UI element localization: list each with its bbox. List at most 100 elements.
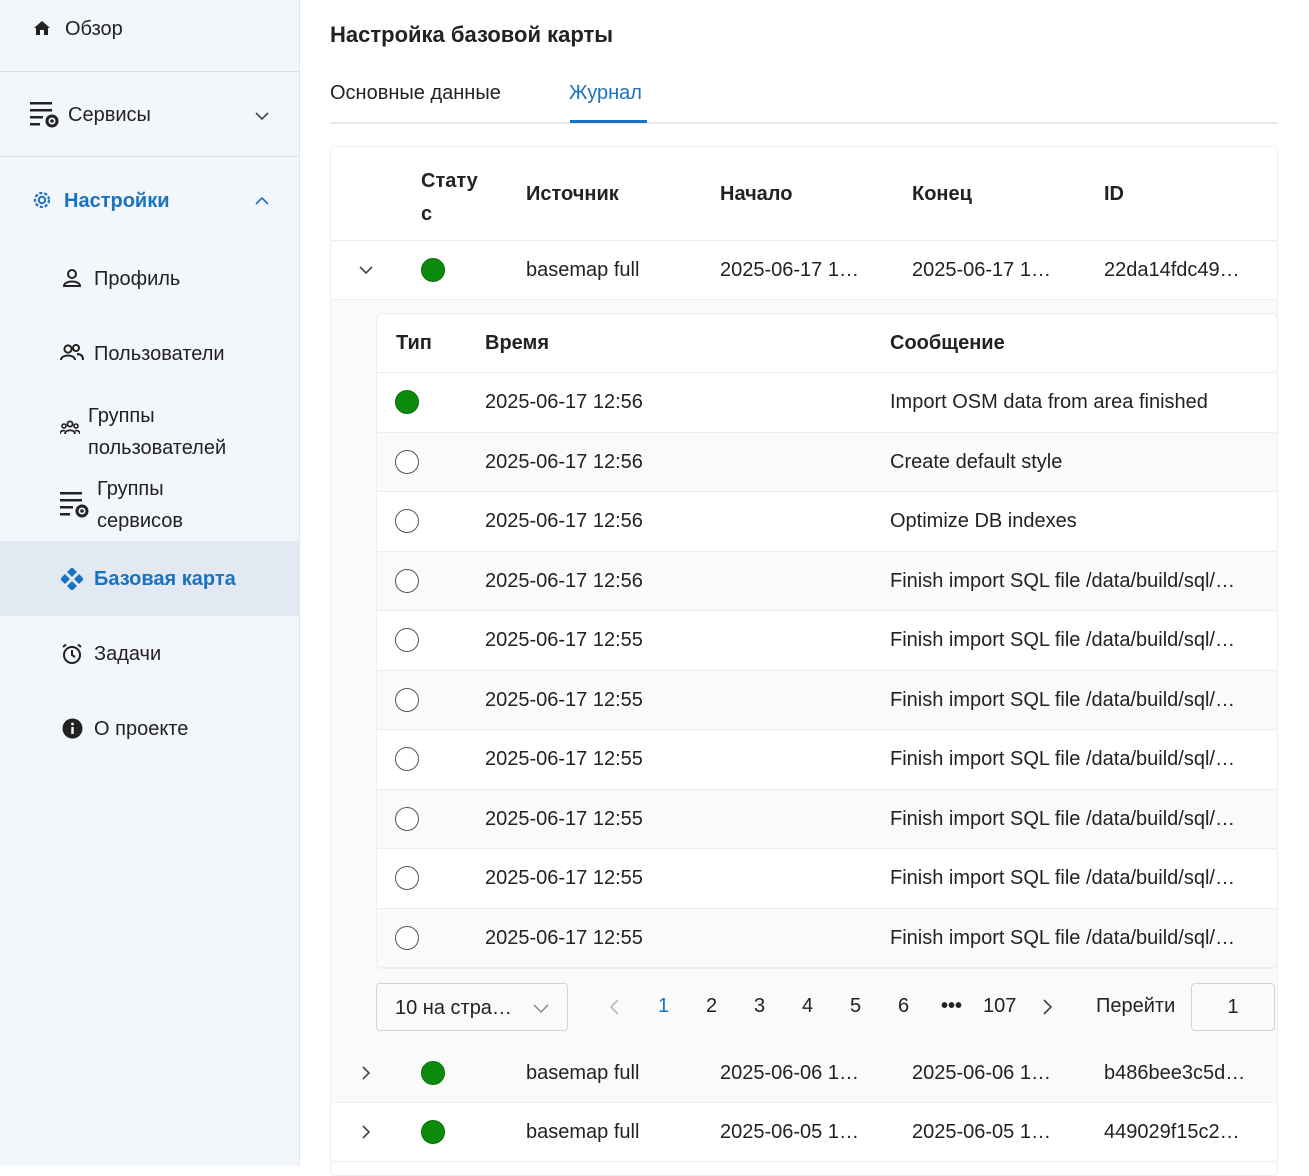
column-header-end: Конец bbox=[912, 183, 972, 205]
services-icon bbox=[30, 101, 60, 129]
log-row: 2025-06-17 12:56 Create default style bbox=[377, 432, 1277, 492]
prev-page-icon[interactable] bbox=[608, 999, 620, 1015]
goto-page-input[interactable]: 1 bbox=[1191, 983, 1275, 1031]
sidebar-item-label: Обзор bbox=[65, 18, 123, 40]
log-time: 2025-06-17 12:55 bbox=[485, 629, 643, 651]
log-message: Finish import SQL file /data/build/sql/… bbox=[890, 926, 1235, 949]
expand-row-icon[interactable] bbox=[359, 1066, 373, 1080]
cell-source: basemap full bbox=[526, 1121, 640, 1143]
page-2[interactable]: 2 bbox=[706, 995, 717, 1018]
log-row: 2025-06-17 12:55 Finish import SQL file /… bbox=[377, 849, 1277, 909]
next-page-icon[interactable] bbox=[1042, 999, 1054, 1015]
status-info-icon bbox=[395, 449, 419, 474]
cell-start: 2025-06-05 1… bbox=[720, 1121, 859, 1143]
sidebar-item-label: Группы пользователей bbox=[88, 405, 227, 459]
pagination: 10 на стра… 1 2 3 4 5 6 ••• 107 Перейти … bbox=[376, 983, 1277, 1031]
page-ellipsis[interactable]: ••• bbox=[941, 995, 962, 1018]
table-row[interactable]: basemap full 2025-06-17 1… 2025-06-17 1…… bbox=[331, 241, 1277, 300]
column-header-message: Сообщение bbox=[890, 332, 1005, 354]
log-time: 2025-06-17 12:55 bbox=[485, 748, 643, 770]
page-107[interactable]: 107 bbox=[983, 995, 1016, 1018]
status-info-icon bbox=[395, 866, 419, 890]
gear-icon bbox=[31, 189, 53, 211]
page-6[interactable]: 6 bbox=[898, 995, 909, 1018]
info-icon bbox=[62, 718, 83, 739]
log-message: Finish import SQL file /data/build/sql/… bbox=[890, 807, 1235, 830]
sidebar-item-label: Пользователи bbox=[94, 343, 225, 365]
page-title: Настройка базовой карты bbox=[330, 22, 614, 47]
sidebar-item-profile[interactable]: Профиль bbox=[0, 248, 299, 310]
log-message: Finish import SQL file /data/build/sql/… bbox=[890, 748, 1235, 770]
basemap-icon bbox=[61, 568, 83, 590]
main-content: Настройка базовой карты Основные данные … bbox=[330, 0, 1278, 1176]
log-time: 2025-06-17 12:55 bbox=[485, 867, 643, 889]
column-header-source: Источник bbox=[526, 183, 619, 205]
status-info-icon bbox=[395, 925, 419, 950]
log-message: Create default style bbox=[890, 450, 1063, 473]
expand-row-icon[interactable] bbox=[359, 1125, 373, 1139]
page-1[interactable]: 1 bbox=[658, 995, 669, 1018]
sidebar-item-label: Базовая карта bbox=[94, 568, 236, 590]
log-time: 2025-06-17 12:55 bbox=[485, 807, 643, 830]
log-message: Finish import SQL file /data/build/sql/… bbox=[890, 629, 1235, 651]
cell-end: 2025-06-05 1… bbox=[912, 1121, 1051, 1143]
sidebar-item-label: Сервисы bbox=[68, 104, 151, 126]
sidebar-item-user-groups[interactable]: Группы пользователей bbox=[0, 396, 299, 462]
sidebar-item-service-groups[interactable]: Группы сервисов bbox=[0, 471, 299, 537]
sidebar-item-basemap[interactable]: Базовая карта bbox=[0, 541, 299, 616]
log-row: 2025-06-17 12:55 Finish import SQL file /… bbox=[377, 730, 1277, 790]
sidebar-item-about[interactable]: О проекте bbox=[0, 698, 299, 760]
sidebar-item-label: Настройки bbox=[64, 190, 170, 212]
page-size-select[interactable]: 10 на стра… bbox=[376, 983, 568, 1031]
log-time: 2025-06-17 12:56 bbox=[485, 569, 643, 592]
users-icon bbox=[60, 343, 84, 363]
cell-start: 2025-06-17 1… bbox=[720, 259, 859, 281]
log-message: Finish import SQL file /data/build/sql/… bbox=[890, 867, 1235, 889]
cell-end: 2025-06-06 1… bbox=[912, 1062, 1051, 1084]
sidebar-item-settings[interactable]: Настройки bbox=[0, 158, 299, 242]
sidebar-item-services[interactable]: Сервисы bbox=[0, 73, 299, 157]
table-row[interactable]: basemap full 2025-06-05 1… 2025-06-05 1…… bbox=[331, 1103, 1277, 1162]
tab-main-data[interactable]: Основные данные bbox=[330, 82, 501, 105]
page-3[interactable]: 3 bbox=[754, 995, 765, 1018]
log-message: Optimize DB indexes bbox=[890, 510, 1077, 532]
log-row: 2025-06-17 12:55 Finish import SQL file /… bbox=[377, 908, 1277, 968]
goto-label: Перейти bbox=[1096, 995, 1176, 1017]
status-success-icon bbox=[421, 1120, 445, 1144]
status-info-icon bbox=[395, 747, 419, 771]
column-header-status: Стату с bbox=[421, 170, 478, 225]
status-info-icon bbox=[395, 628, 419, 652]
cell-end: 2025-06-17 1… bbox=[912, 259, 1051, 281]
log-time: 2025-06-17 12:56 bbox=[485, 391, 643, 413]
chevron-down-icon bbox=[533, 1004, 549, 1014]
status-info-icon bbox=[395, 568, 419, 593]
log-row: 2025-06-17 12:56 Optimize DB indexes bbox=[377, 492, 1277, 552]
page-5[interactable]: 5 bbox=[850, 995, 861, 1018]
column-header-start: Начало bbox=[720, 183, 793, 205]
alarm-clock-icon bbox=[61, 643, 83, 665]
chevron-down-icon bbox=[255, 112, 269, 121]
tabs: Основные данные Журнал bbox=[330, 82, 1278, 124]
user-groups-icon bbox=[60, 420, 80, 436]
log-message: Finish import SQL file /data/build/sql/… bbox=[890, 688, 1235, 711]
log-time: 2025-06-17 12:55 bbox=[485, 688, 643, 711]
cell-id: 22da14fdc49… bbox=[1104, 259, 1240, 281]
sidebar-item-tasks[interactable]: Задачи bbox=[0, 623, 299, 685]
log-row: 2025-06-17 12:56 Finish import SQL file /… bbox=[377, 551, 1277, 611]
sidebar-item-users[interactable]: Пользователи bbox=[0, 323, 299, 385]
table-row[interactable]: basemap full 2025-06-06 1… 2025-06-06 1…… bbox=[331, 1044, 1277, 1103]
column-header-type: Тип bbox=[396, 332, 432, 354]
page-4[interactable]: 4 bbox=[802, 995, 813, 1018]
sidebar-item-overview[interactable]: Обзор bbox=[0, 0, 299, 72]
chevron-up-icon bbox=[255, 196, 269, 205]
status-info-icon bbox=[395, 687, 419, 712]
log-row: 2025-06-17 12:55 Finish import SQL file /… bbox=[377, 611, 1277, 671]
collapse-row-icon[interactable] bbox=[359, 263, 373, 277]
page-size-value: 10 на стра… bbox=[395, 997, 512, 1019]
active-tab-indicator bbox=[570, 120, 647, 123]
status-success-icon bbox=[421, 1061, 445, 1085]
tab-journal[interactable]: Журнал bbox=[569, 82, 642, 105]
home-icon bbox=[32, 18, 52, 38]
log-time: 2025-06-17 12:56 bbox=[485, 450, 643, 473]
log-row: 2025-06-17 12:55 Finish import SQL file /… bbox=[377, 670, 1277, 730]
